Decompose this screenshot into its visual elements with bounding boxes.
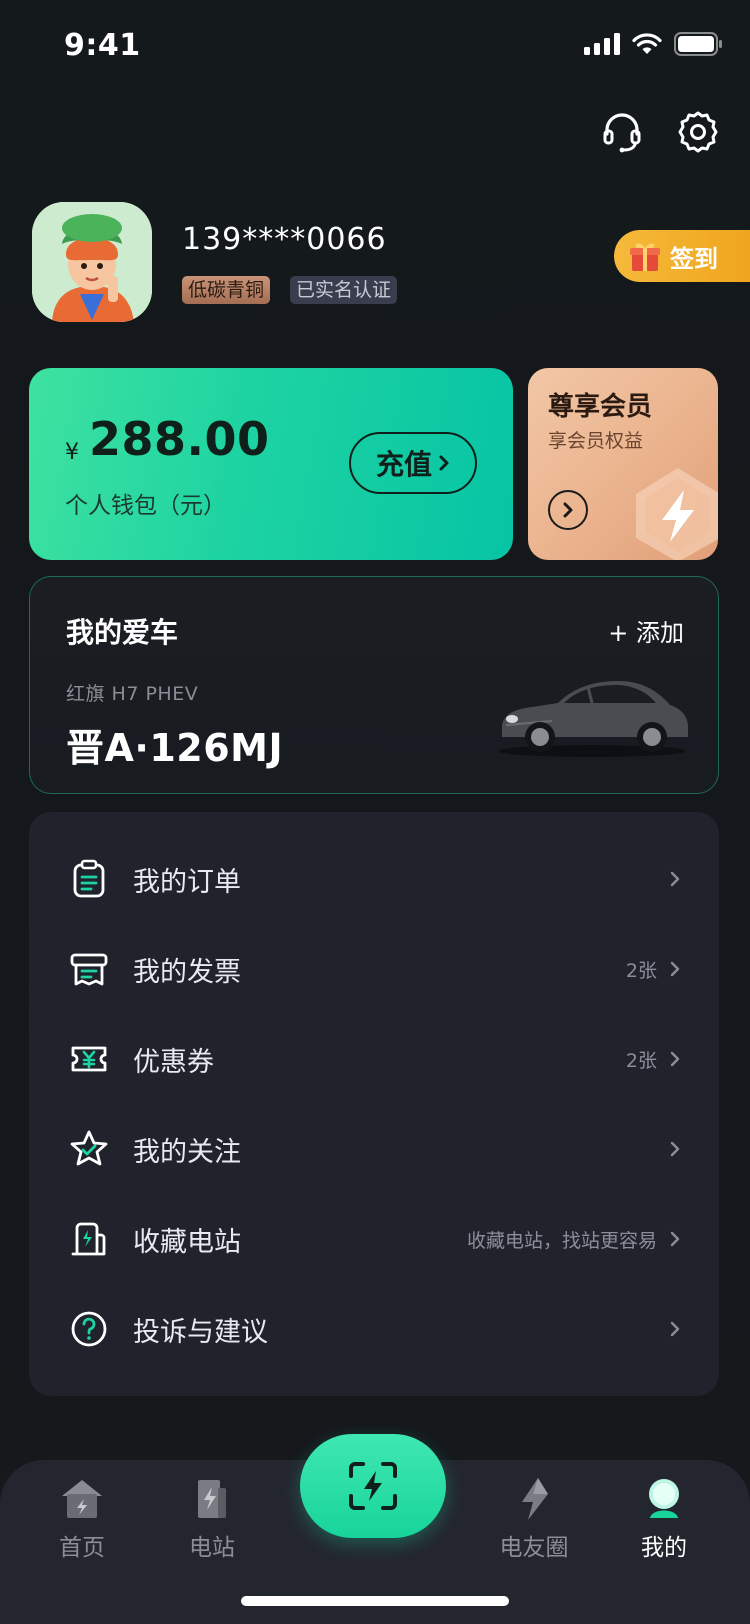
chevron-right-icon (670, 1321, 680, 1337)
vip-title: 尊享会员 (548, 392, 653, 422)
tab-stations[interactable]: 电站 (157, 1474, 267, 1562)
home-icon (62, 1480, 102, 1518)
menu-item-invoices[interactable]: 我的发票 2张 (29, 924, 719, 1014)
chevron-right-icon (670, 1051, 680, 1067)
tier-badge: 低碳青铜 (182, 276, 271, 304)
tab-label: 我的 (641, 1535, 687, 1561)
status-icons (584, 32, 722, 56)
chevron-right-icon (563, 502, 573, 518)
menu-item-orders[interactable]: 我的订单 (29, 834, 719, 924)
menu-hint: 收藏电站，找站更容易 (466, 1229, 657, 1252)
lightning-gem-icon (636, 468, 718, 560)
tab-profile[interactable]: 我的 (609, 1474, 719, 1562)
help-icon (71, 1311, 107, 1347)
verified-badge: 已实名认证 (290, 276, 398, 304)
tab-community[interactable]: 电友圈 (479, 1474, 589, 1562)
charging-station-icon (71, 1222, 106, 1256)
battery-icon (674, 32, 722, 56)
scan-charge-icon (349, 1462, 397, 1510)
recharge-button[interactable]: 充值 (349, 432, 477, 494)
menu-item-coupons[interactable]: 优惠券 2张 (29, 1014, 719, 1104)
car-section-title: 我的爱车 (66, 616, 179, 649)
chevron-right-icon (670, 871, 680, 887)
vip-subtitle: 享会员权益 (548, 430, 644, 452)
community-icon (522, 1478, 548, 1520)
wallet-card[interactable]: ¥ 288.00 个人钱包（元） 充值 (29, 368, 513, 560)
wallet-label: 个人钱包（元） (65, 493, 226, 519)
status-time: 9:41 (64, 28, 141, 63)
menu-hint: 2张 (625, 1049, 657, 1072)
customer-service-icon[interactable] (598, 108, 646, 156)
menu-item-follows[interactable]: 我的关注 (29, 1104, 719, 1194)
invoice-icon (70, 953, 108, 986)
station-icon (198, 1480, 226, 1518)
car-model: 红旗 H7 PHEV (66, 683, 199, 705)
home-indicator (241, 1596, 509, 1606)
star-icon (70, 1130, 108, 1166)
chevron-right-icon (670, 1141, 680, 1157)
menu-list: 我的订单 我的发票 2张 优惠券 2张 我的关注 收藏电站 收藏电站，找站更容易… (29, 812, 719, 1396)
tab-label: 电站 (189, 1535, 235, 1561)
vip-arrow-button[interactable] (548, 490, 588, 530)
chevron-right-icon (670, 961, 680, 977)
menu-hint: 2张 (625, 959, 657, 982)
menu-label: 优惠券 (133, 1046, 214, 1078)
recharge-label: 充值 (375, 448, 432, 481)
menu-label: 投诉与建议 (133, 1316, 268, 1348)
profile-icon (649, 1479, 679, 1518)
clipboard-icon (73, 859, 105, 898)
tab-label: 首页 (59, 1535, 105, 1561)
menu-label: 我的关注 (133, 1136, 241, 1168)
menu-label: 收藏电站 (133, 1226, 241, 1258)
checkin-label: 签到 (670, 244, 718, 273)
menu-item-feedback[interactable]: 投诉与建议 (29, 1284, 719, 1374)
avatar-character-icon (32, 202, 152, 322)
tab-home[interactable]: 首页 (27, 1474, 137, 1562)
add-car-button[interactable]: + 添加 (608, 613, 684, 648)
license-plate: 晋A·126MJ (66, 726, 284, 770)
tab-label: 电友圈 (499, 1535, 569, 1561)
coupon-icon (71, 1046, 107, 1072)
chevron-right-icon (439, 455, 449, 471)
menu-label: 我的订单 (133, 866, 241, 898)
menu-item-saved-stations[interactable]: 收藏电站 收藏电站，找站更容易 (29, 1194, 719, 1284)
gift-icon (630, 243, 660, 271)
phone-number: 139****0066 (182, 222, 387, 257)
vip-card[interactable]: 尊享会员 享会员权益 (528, 368, 718, 560)
wallet-balance: 288.00 (89, 412, 270, 466)
chevron-right-icon (670, 1231, 680, 1247)
checkin-button[interactable]: 签到 (614, 230, 750, 282)
signal-icon (584, 33, 620, 55)
car-image (498, 681, 688, 757)
wifi-icon (632, 33, 662, 54)
currency-symbol: ¥ (65, 440, 79, 465)
avatar[interactable] (32, 202, 152, 322)
scan-charge-button[interactable] (300, 1434, 446, 1538)
my-car-card[interactable]: 我的爱车 + 添加 红旗 H7 PHEV 晋A·126MJ (29, 576, 719, 794)
menu-label: 我的发票 (133, 956, 241, 988)
settings-icon[interactable] (674, 108, 722, 156)
